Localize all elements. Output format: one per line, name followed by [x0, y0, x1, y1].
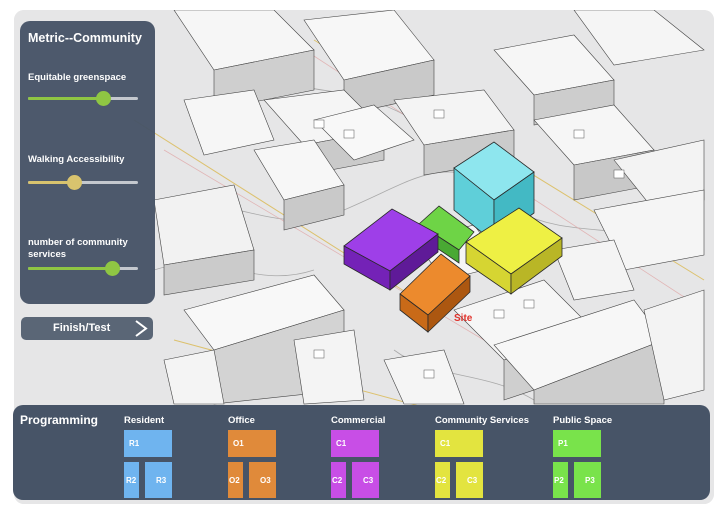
block-label: C2 [436, 476, 447, 485]
block-label: C2 [332, 476, 343, 485]
category-label-commercial: Commercial [331, 415, 386, 426]
block-label: O1 [233, 439, 244, 448]
slider-thumb[interactable] [95, 91, 111, 106]
block-label: O3 [260, 476, 271, 485]
program-block-cs3[interactable]: C3 [456, 462, 483, 498]
panel-title: Metric--Community [28, 31, 142, 45]
block-label: R3 [156, 476, 167, 485]
block-label: R1 [129, 439, 140, 448]
metric-label-community-services: number of community services [28, 237, 128, 260]
block-label: C3 [467, 476, 478, 485]
block-label: P2 [554, 476, 564, 485]
metric-label-greenspace: Equitable greenspace [28, 72, 127, 83]
category-label-resident: Resident [124, 415, 165, 426]
program-block-p1[interactable]: P1 [553, 430, 601, 457]
program-block-o3[interactable]: O3 [249, 462, 276, 498]
slider-thumb[interactable] [67, 175, 83, 190]
metric-label-walking: Walking Accessibility [28, 154, 125, 165]
block-label: O2 [229, 476, 240, 485]
block-label: C1 [440, 439, 451, 448]
block-label: C3 [363, 476, 374, 485]
site-label: Site [454, 313, 473, 324]
program-block-r2[interactable]: R2 [124, 462, 139, 498]
category-label-community-services: Community Services [435, 415, 529, 426]
block-label: C1 [336, 439, 347, 448]
program-block-r1[interactable]: R1 [124, 430, 172, 457]
app-canvas: Site Metric--Community Equitable greensp… [0, 0, 724, 512]
chevron-right-icon [134, 320, 148, 340]
program-block-r3[interactable]: R3 [145, 462, 172, 498]
program-block-c1[interactable]: C1 [331, 430, 379, 457]
block-label: R2 [126, 476, 137, 485]
slider-fill [28, 97, 103, 100]
program-block-p2[interactable]: P2 [553, 462, 568, 498]
slider-community-services[interactable] [28, 261, 138, 276]
category-label-office: Office [228, 415, 255, 426]
finish-test-button[interactable]: Finish/Test [21, 317, 153, 340]
slider-greenspace[interactable] [28, 91, 138, 106]
category-label-public-space: Public Space [553, 415, 613, 426]
metric-panel: Metric--Community Equitable greenspace W… [20, 21, 155, 304]
block-label: P1 [558, 439, 568, 448]
program-block-o1[interactable]: O1 [228, 430, 276, 457]
program-block-cs1[interactable]: C1 [435, 430, 483, 457]
slider-thumb[interactable] [104, 261, 120, 276]
program-block-o2[interactable]: O2 [228, 462, 243, 498]
program-block-p3[interactable]: P3 [574, 462, 601, 498]
finish-test-label: Finish/Test [53, 322, 111, 334]
programming-title: Programming [20, 413, 99, 427]
slider-walking-accessibility[interactable] [28, 175, 138, 190]
block-label: P3 [585, 476, 595, 485]
program-block-c3[interactable]: C3 [352, 462, 379, 498]
program-block-cs2[interactable]: C2 [435, 462, 450, 498]
slider-fill [28, 267, 112, 270]
programming-panel: Programming Resident R1 R2 R3 Office O1 … [13, 405, 710, 500]
program-block-c2[interactable]: C2 [331, 462, 346, 498]
